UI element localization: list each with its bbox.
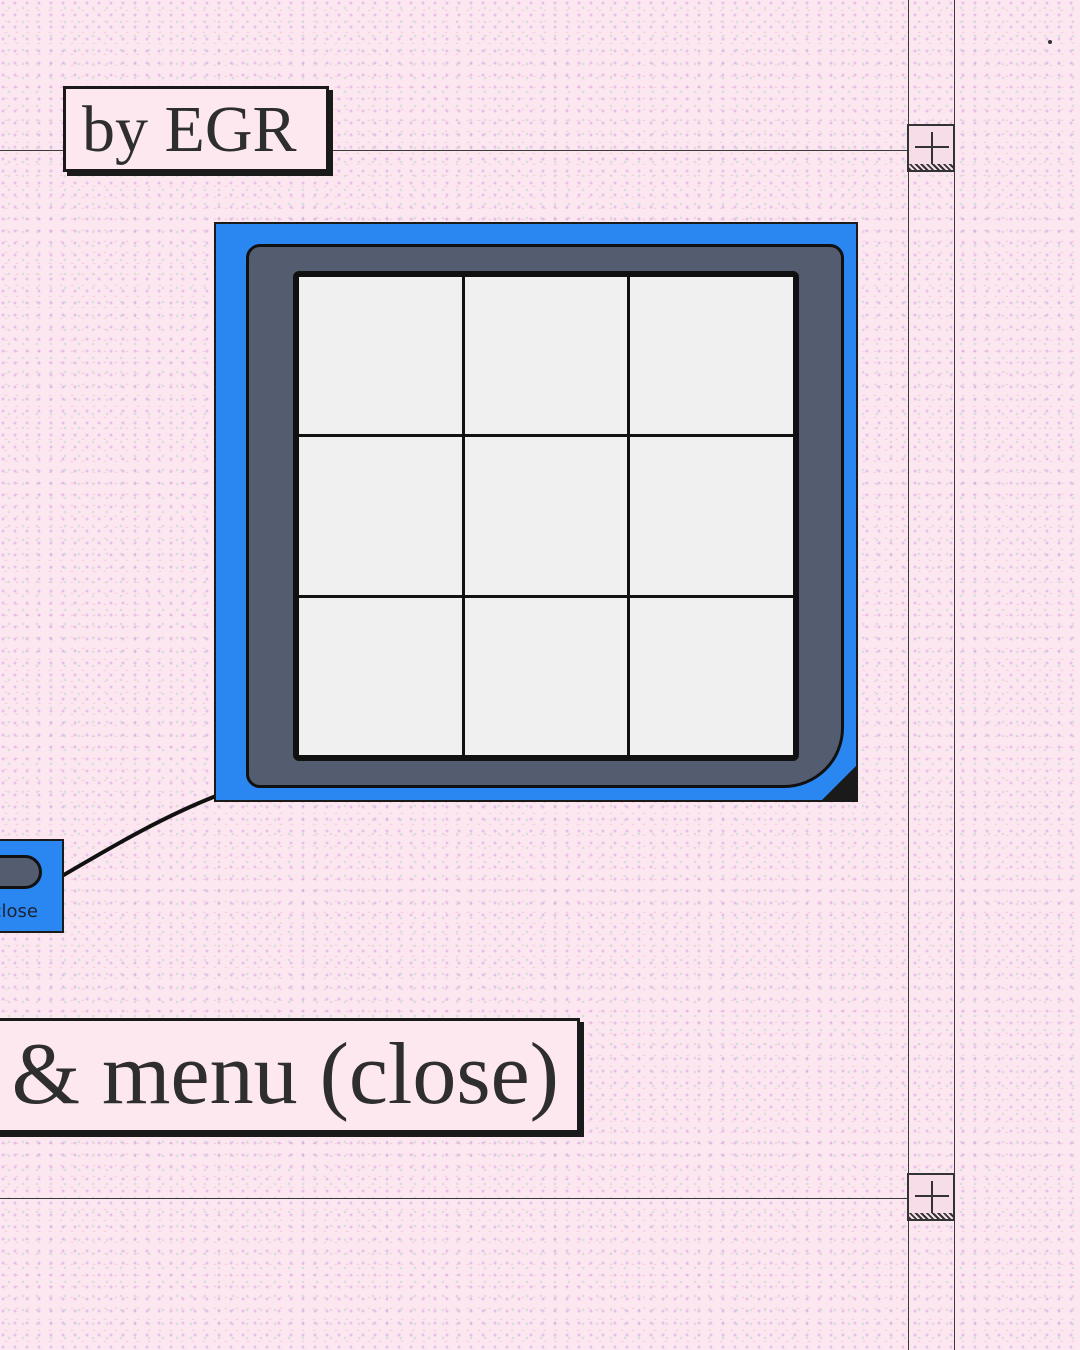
board-cell-1[interactable] [299,277,462,435]
fold-corner-icon [822,766,856,800]
close-button-label: close [0,901,38,922]
board-cell-7[interactable] [299,597,462,755]
tic-tac-toe-grid [293,271,799,761]
game-board-device [214,222,858,802]
board-cell-5[interactable] [464,437,628,595]
close-button-preview[interactable]: close [0,839,64,933]
board-cell-8[interactable] [464,597,628,755]
menu-caption: & menu (close) [0,1018,580,1133]
board-cell-3[interactable] [630,277,793,435]
close-pill[interactable] [0,855,42,889]
board-bezel [246,244,844,788]
board-cell-4[interactable] [299,437,462,595]
board-cell-6[interactable] [630,437,793,595]
board-cell-2[interactable] [464,277,628,435]
board-cell-9[interactable] [630,597,793,755]
